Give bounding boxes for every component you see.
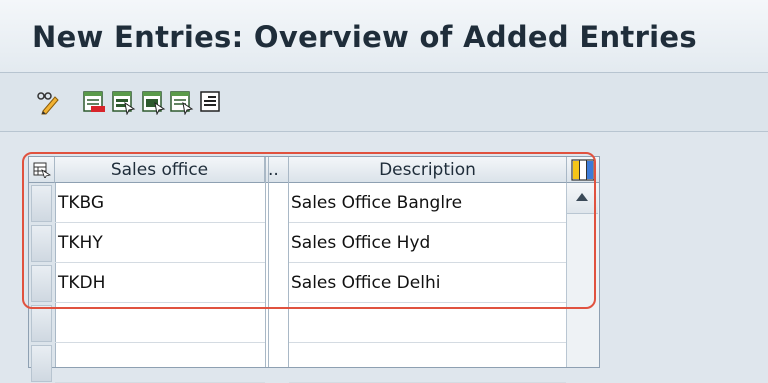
vertical-scrollbar[interactable] <box>566 183 599 367</box>
entries-table: Sales office .. Description TKBG Sales O… <box>28 156 600 383</box>
change-display-button[interactable] <box>35 89 61 115</box>
select-all-rows-button[interactable] <box>29 157 55 183</box>
column-divider <box>268 157 269 367</box>
delete-entries-button[interactable] <box>81 89 107 115</box>
row-selector[interactable] <box>31 305 52 342</box>
scroll-up-button[interactable] <box>567 183 598 214</box>
title-bar: New Entries: Overview of Added Entries <box>0 0 768 73</box>
deselect-all-icon <box>170 91 194 115</box>
table-selection-icon <box>33 162 51 178</box>
description-cell[interactable]: Sales Office Hyd <box>289 223 566 263</box>
column-divider <box>265 157 266 367</box>
deselect-all-button[interactable] <box>168 89 194 115</box>
triangle-up-icon <box>576 193 588 201</box>
row-selector[interactable] <box>31 185 52 222</box>
delete-rows-icon <box>83 91 105 112</box>
sales-office-cell[interactable]: TKHY <box>55 223 265 263</box>
row-selector[interactable] <box>31 265 52 302</box>
pencil-glasses-icon <box>37 92 59 115</box>
content-area: Sales office .. Description TKBG Sales O… <box>0 132 768 383</box>
select-block-icon <box>142 91 166 115</box>
description-cell[interactable] <box>289 343 566 383</box>
select-block-button[interactable] <box>140 89 166 115</box>
description-cell[interactable] <box>289 303 566 343</box>
select-all-icon <box>112 91 136 115</box>
column-header-description[interactable]: Description <box>289 157 567 183</box>
column-header-sales-office[interactable]: Sales office <box>55 157 265 183</box>
application-toolbar <box>0 73 768 132</box>
select-all-button[interactable] <box>110 89 136 115</box>
column-config-header[interactable] <box>567 157 599 183</box>
description-cell[interactable]: Sales Office Banglre <box>289 183 566 223</box>
sales-office-cell[interactable] <box>55 343 265 383</box>
row-selector[interactable] <box>31 225 52 262</box>
page-title: New Entries: Overview of Added Entries <box>32 20 697 54</box>
description-cell[interactable]: Sales Office Delhi <box>289 263 566 303</box>
row-selector[interactable] <box>31 345 52 382</box>
table-settings-button[interactable] <box>198 89 224 115</box>
sales-office-cell[interactable] <box>55 303 265 343</box>
sales-office-cell[interactable]: TKDH <box>55 263 265 303</box>
sales-office-cell[interactable]: TKBG <box>55 183 265 223</box>
column-configuration-icon <box>571 159 595 181</box>
table-settings-icon <box>200 91 220 112</box>
